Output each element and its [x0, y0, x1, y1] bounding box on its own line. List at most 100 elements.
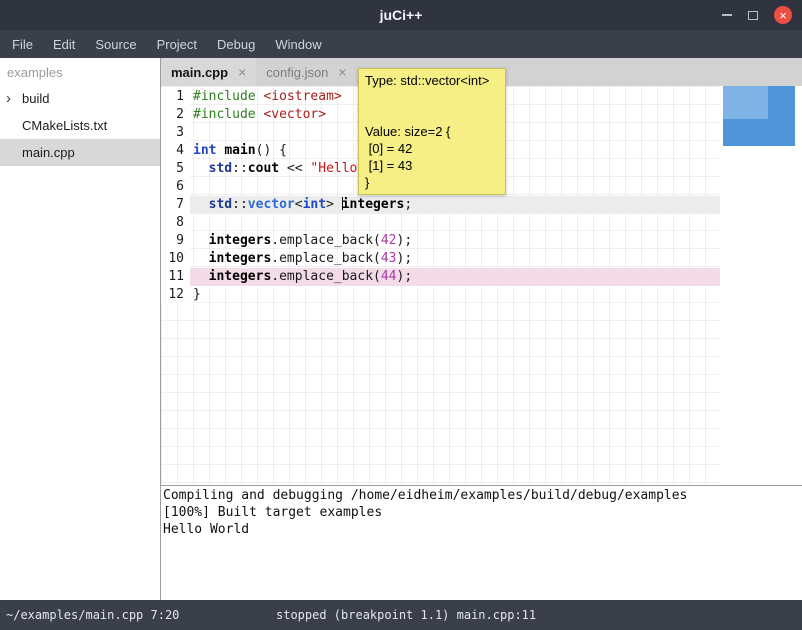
code-token: [193, 161, 209, 176]
code-token: [193, 269, 209, 284]
debug-tooltip: Type: std::vector<int> Value: size=2 { […: [358, 68, 506, 195]
minimize-icon[interactable]: [722, 14, 732, 16]
code-line-11[interactable]: 11 integers.emplace_back(44);: [161, 268, 720, 286]
code-line-8[interactable]: 8: [161, 214, 720, 232]
code-token: integers: [342, 197, 405, 212]
code-token: >: [326, 197, 342, 212]
menu-debug[interactable]: Debug: [207, 30, 265, 58]
code-line-12[interactable]: 12}: [161, 286, 720, 304]
tab-main-cpp[interactable]: main.cpp ×: [161, 58, 256, 86]
code-token: int: [303, 197, 326, 212]
code-token: emplace_back: [279, 251, 373, 266]
code-token: integers: [209, 269, 272, 284]
code-token: .: [271, 251, 279, 266]
tab-label: config.json: [266, 65, 328, 80]
code-token: );: [397, 233, 413, 248]
output-line: [100%] Built target examples: [163, 504, 800, 521]
menu-bar: FileEditSourceProjectDebugWindow: [0, 30, 802, 58]
editor-overview: [720, 86, 802, 485]
code-token: #include: [193, 89, 256, 104]
code-token: (: [373, 233, 381, 248]
tab-close-icon[interactable]: ×: [338, 64, 346, 80]
code-token: () {: [256, 143, 287, 158]
code-content[interactable]: integers.emplace_back(43);: [190, 250, 720, 268]
status-file-position: ~/examples/main.cpp 7:20: [6, 608, 179, 622]
status-bar: ~/examples/main.cpp 7:20 stopped (breakp…: [0, 600, 802, 630]
line-number[interactable]: 7: [161, 196, 190, 214]
menu-source[interactable]: Source: [85, 30, 146, 58]
line-number[interactable]: 5: [161, 160, 190, 178]
line-number[interactable]: 10: [161, 250, 190, 268]
code-token: int: [193, 143, 216, 158]
tooltip-line: [365, 106, 499, 123]
code-token: std: [209, 197, 232, 212]
code-token: );: [397, 269, 413, 284]
tooltip-line: [0] = 42: [365, 140, 499, 157]
output-line: Compiling and debugging /home/eidheim/ex…: [163, 487, 800, 504]
line-number[interactable]: 2: [161, 106, 190, 124]
code-token: ::: [232, 197, 248, 212]
code-content[interactable]: }: [190, 286, 720, 304]
code-content[interactable]: std::vector<int> integers;: [190, 196, 720, 214]
code-line-7[interactable]: 7 std::vector<int> integers;: [161, 196, 720, 214]
code-token: 44: [381, 269, 397, 284]
code-token: .: [271, 233, 279, 248]
menu-edit[interactable]: Edit: [43, 30, 85, 58]
editor-overview-block[interactable]: [723, 86, 795, 146]
code-content[interactable]: integers.emplace_back(44);: [190, 268, 720, 286]
code-token: [193, 233, 209, 248]
tree-item-cmakelists-txt[interactable]: CMakeLists.txt: [0, 112, 160, 139]
tooltip-line: Value: size=2 {: [365, 123, 499, 140]
menu-window[interactable]: Window: [265, 30, 331, 58]
file-tree: › build CMakeLists.txt main.cpp: [0, 85, 160, 166]
tab-config-json[interactable]: config.json ×: [256, 58, 356, 86]
code-token: (: [373, 251, 381, 266]
line-number[interactable]: 3: [161, 124, 190, 142]
code-token: integers: [209, 251, 272, 266]
code-token: integers: [209, 233, 272, 248]
line-number[interactable]: 9: [161, 232, 190, 250]
tree-item-label: main.cpp: [22, 145, 75, 160]
maximize-icon[interactable]: [748, 11, 758, 20]
code-token: vector: [248, 197, 295, 212]
code-token: <: [295, 197, 303, 212]
tab-close-icon[interactable]: ×: [238, 64, 246, 80]
menu-file[interactable]: File: [2, 30, 43, 58]
code-token: <iostream>: [263, 89, 341, 104]
code-token: cout: [248, 161, 279, 176]
line-number[interactable]: 4: [161, 142, 190, 160]
code-content[interactable]: [190, 214, 720, 232]
tree-item-build[interactable]: › build: [0, 85, 160, 112]
code-token: ;: [404, 197, 412, 212]
tooltip-line: [1] = 43: [365, 157, 499, 174]
tree-item-label: CMakeLists.txt: [22, 118, 107, 133]
line-number[interactable]: 12: [161, 286, 190, 304]
code-line-10[interactable]: 10 integers.emplace_back(43);: [161, 250, 720, 268]
tree-item-main-cpp[interactable]: main.cpp: [0, 139, 160, 166]
code-line-9[interactable]: 9 integers.emplace_back(42);: [161, 232, 720, 250]
line-number[interactable]: 1: [161, 88, 190, 106]
sidebar: examples › build CMakeLists.txt main.cpp: [0, 58, 160, 600]
editor-overview-visible-region: [723, 86, 768, 119]
tree-item-label: build: [22, 91, 49, 106]
menu-project[interactable]: Project: [147, 30, 207, 58]
line-number[interactable]: 8: [161, 214, 190, 232]
code-token: ::: [232, 161, 248, 176]
code-token: [193, 197, 209, 212]
window-title: juCi++: [380, 7, 423, 23]
tooltip-line: [365, 89, 499, 106]
code-token: (: [373, 269, 381, 284]
output-panel[interactable]: Compiling and debugging /home/eidheim/ex…: [161, 485, 802, 600]
code-token: #include: [193, 107, 256, 122]
expander-icon[interactable]: ›: [6, 90, 11, 107]
close-icon[interactable]: ×: [774, 6, 792, 24]
code-content[interactable]: integers.emplace_back(42);: [190, 232, 720, 250]
line-number[interactable]: 6: [161, 178, 190, 196]
line-number[interactable]: 11: [161, 268, 190, 286]
output-line: Hello World: [163, 521, 800, 538]
window-controls: ×: [722, 0, 792, 30]
tab-label: main.cpp: [171, 65, 228, 80]
project-name: examples: [0, 58, 160, 85]
status-debug-state: stopped (breakpoint 1.1) main.cpp:11: [276, 608, 536, 622]
tooltip-line: Type: std::vector<int>: [365, 72, 499, 89]
